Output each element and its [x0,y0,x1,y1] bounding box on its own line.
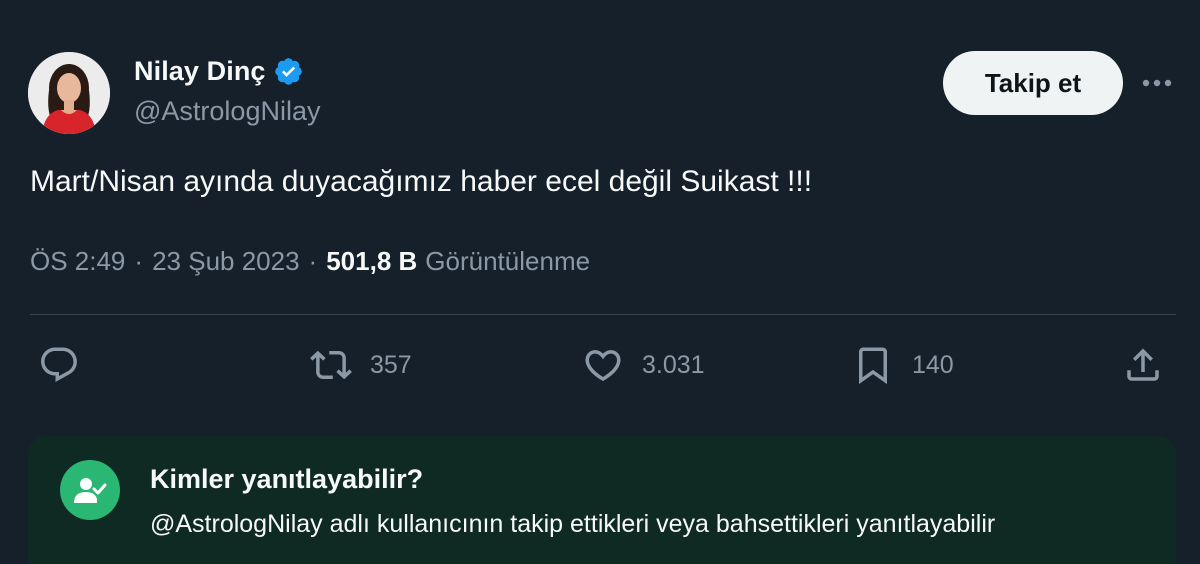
author-display-name[interactable]: Nilay Dinç [134,56,266,87]
views-label: Görüntülenme [425,246,591,276]
share-button[interactable] [1122,341,1164,389]
heart-icon [582,344,624,386]
retweet-icon [310,344,352,386]
author-handle[interactable]: @AstrologNilay [134,96,320,127]
bookmark-button[interactable]: 140 [852,341,954,389]
meta-separator: · [134,246,144,276]
reply-icon [38,344,80,386]
user-check-icon [60,460,120,520]
reply-restriction-description: @AstrologNilay adlı kullanıcının takip e… [150,510,996,538]
share-icon [1122,344,1164,386]
bookmark-count: 140 [912,350,954,379]
tweet-date[interactable]: 23 Şub 2023 [152,246,299,277]
more-options-icon[interactable] [1138,66,1176,100]
reply-restriction-title: Kimler yanıtlayabilir? [150,464,424,494]
views-count: 501,8 B [326,246,418,276]
follow-button[interactable]: Takip et [943,51,1123,115]
avatar-image [28,52,110,134]
meta-separator: · [308,246,318,276]
author-avatar[interactable] [28,52,110,134]
like-count: 3.031 [642,350,705,379]
bookmark-icon [852,344,894,386]
tweet-meta: ÖS 2:49 · 23 Şub 2023 · 501,8 B Görüntül… [30,246,590,277]
verified-badge-icon[interactable] [273,56,304,87]
retweet-count: 357 [370,350,412,379]
reply-button[interactable] [38,341,80,389]
tweet-time[interactable]: ÖS 2:49 [30,246,125,277]
reply-restriction-box [28,436,1176,564]
divider [30,314,1176,315]
author-name-row: Nilay Dinç [134,53,304,89]
like-button[interactable]: 3.031 [582,341,705,389]
tweet-text: Mart/Nisan ayında duyacağımız haber ecel… [30,165,813,198]
retweet-button[interactable]: 357 [310,341,412,389]
